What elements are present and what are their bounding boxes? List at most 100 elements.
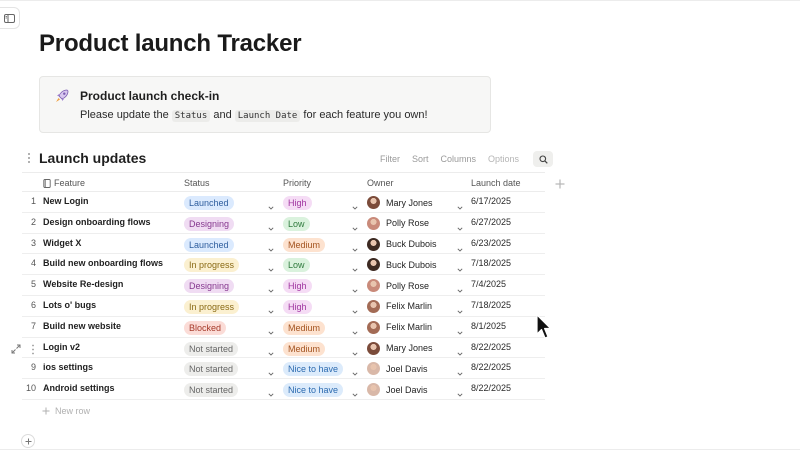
new-row-button[interactable]: New row bbox=[42, 406, 90, 416]
chevron-down-icon bbox=[457, 206, 463, 210]
add-column-button[interactable] bbox=[555, 177, 565, 192]
feature-cell[interactable]: ios settings bbox=[43, 362, 93, 372]
launch-date-cell[interactable]: 8/22/2025 bbox=[471, 342, 511, 352]
status-cell[interactable]: Blocked bbox=[184, 320, 227, 335]
priority-badge: Nice to have bbox=[283, 362, 344, 377]
chevron-down-icon bbox=[457, 227, 463, 231]
owner-cell[interactable]: Joel Davis bbox=[367, 362, 428, 376]
header-priority[interactable]: Priority bbox=[283, 178, 311, 188]
owner-dropdown[interactable] bbox=[457, 384, 463, 402]
header-status[interactable]: Status bbox=[184, 178, 210, 188]
status-cell[interactable]: Designing bbox=[184, 279, 235, 294]
status-dropdown[interactable] bbox=[268, 384, 274, 402]
chevron-down-icon bbox=[457, 310, 463, 314]
row-drag-handle-icon[interactable] bbox=[30, 344, 36, 355]
owner-cell[interactable]: Felix Marlin bbox=[367, 299, 432, 313]
row-number: 3 bbox=[30, 237, 36, 248]
options-button[interactable]: Options bbox=[488, 154, 519, 164]
expand-icon[interactable] bbox=[11, 344, 21, 354]
priority-cell[interactable]: Medium bbox=[283, 237, 326, 252]
priority-cell[interactable]: Nice to have bbox=[283, 362, 344, 377]
owner-cell[interactable]: Polly Rose bbox=[367, 216, 429, 230]
launch-date-cell[interactable]: 7/4/2025 bbox=[471, 279, 506, 289]
feature-cell[interactable]: Website Re-design bbox=[43, 279, 123, 289]
feature-cell[interactable]: Build new website bbox=[43, 321, 121, 331]
status-cell[interactable]: In progress bbox=[184, 299, 240, 314]
owner-name: Joel Davis bbox=[386, 384, 428, 395]
launch-date-cell[interactable]: 8/22/2025 bbox=[471, 362, 511, 372]
launch-date-cell[interactable]: 6/27/2025 bbox=[471, 217, 511, 227]
callout-box: Product launch check-in Please update th… bbox=[39, 76, 491, 133]
header-feature[interactable]: Feature bbox=[43, 178, 85, 188]
table-row[interactable]: 9 ios settings Not started Nice to have Joel… bbox=[22, 358, 545, 380]
priority-dropdown[interactable] bbox=[352, 384, 358, 402]
status-cell[interactable]: Launched bbox=[184, 196, 234, 210]
chevron-down-icon bbox=[352, 393, 358, 397]
priority-badge: Medium bbox=[283, 320, 326, 335]
header-owner[interactable]: Owner bbox=[367, 178, 394, 188]
chevron-down-icon bbox=[457, 248, 463, 252]
feature-cell[interactable]: Widget X bbox=[43, 238, 81, 248]
feature-cell[interactable]: Login v2 bbox=[43, 342, 80, 352]
priority-cell[interactable]: High bbox=[283, 196, 312, 210]
sort-button[interactable]: Sort bbox=[412, 154, 429, 164]
feature-cell[interactable]: Design onboarding flows bbox=[43, 217, 151, 227]
priority-badge: High bbox=[283, 279, 312, 294]
owner-cell[interactable]: Buck Dubois bbox=[367, 258, 437, 272]
owner-cell[interactable]: Polly Rose bbox=[367, 279, 429, 293]
launch-date-cell[interactable]: 6/17/2025 bbox=[471, 196, 511, 206]
feature-cell[interactable]: Lots o' bugs bbox=[43, 300, 96, 310]
table-row[interactable]: 6 Lots o' bugs In progress High Felix Marlin… bbox=[22, 296, 545, 317]
table-row[interactable]: 10 Android settings Not started Nice to hav… bbox=[22, 379, 545, 400]
block-drag-handle-icon[interactable] bbox=[26, 152, 32, 164]
table-row[interactable]: 4 Build new onboarding flows In progress Lo… bbox=[22, 254, 545, 276]
add-block-button[interactable] bbox=[21, 434, 35, 448]
filter-button[interactable]: Filter bbox=[380, 154, 400, 164]
status-cell[interactable]: Not started bbox=[184, 341, 239, 356]
sidebar-toggle-button[interactable] bbox=[0, 7, 20, 29]
header-priority-label: Priority bbox=[283, 178, 312, 188]
table-row[interactable]: 2 Design onboarding flows Designing Low Poll… bbox=[22, 213, 545, 234]
code-launch-date: Launch Date bbox=[234, 110, 301, 122]
priority-cell[interactable]: High bbox=[283, 279, 312, 294]
feature-cell[interactable]: Build new onboarding flows bbox=[43, 258, 163, 268]
priority-cell[interactable]: Low bbox=[283, 258, 310, 273]
chevron-down-icon bbox=[268, 206, 274, 210]
table-row[interactable]: 7 Build new website Blocked Medium Felix Mar… bbox=[22, 317, 545, 338]
table-row[interactable]: 3 Widget X Launched Medium Buck Dubois 6/23/2… bbox=[22, 234, 545, 255]
owner-cell[interactable]: Felix Marlin bbox=[367, 320, 432, 334]
launch-date-cell[interactable]: 8/1/2025 bbox=[471, 321, 506, 331]
owner-cell[interactable]: Mary Jones bbox=[367, 196, 433, 209]
priority-cell[interactable]: Low bbox=[283, 216, 310, 231]
launch-date-cell[interactable]: 6/23/2025 bbox=[471, 238, 511, 248]
table-row[interactable]: 1 New Login Launched High Mary Jones 6/17/202… bbox=[22, 192, 545, 213]
chevron-down-icon bbox=[352, 268, 358, 273]
table-row[interactable]: Login v2 Not started Medium Mary Jones 8/22/… bbox=[22, 338, 545, 359]
status-cell[interactable]: In progress bbox=[184, 258, 240, 273]
owner-cell[interactable]: Buck Dubois bbox=[367, 237, 437, 251]
owner-cell[interactable]: Mary Jones bbox=[367, 341, 433, 355]
priority-cell[interactable]: Nice to have bbox=[283, 383, 344, 398]
avatar bbox=[367, 341, 380, 355]
row-number: 6 bbox=[30, 299, 36, 310]
feature-cell[interactable]: Android settings bbox=[43, 383, 115, 393]
owner-cell[interactable]: Joel Davis bbox=[367, 383, 428, 397]
chevron-down-icon bbox=[457, 268, 463, 273]
status-cell[interactable]: Not started bbox=[184, 362, 239, 377]
launch-date-cell[interactable]: 7/18/2025 bbox=[471, 258, 511, 268]
columns-button[interactable]: Columns bbox=[441, 154, 477, 164]
status-cell[interactable]: Launched bbox=[184, 237, 234, 252]
header-launch-date[interactable]: Launch date bbox=[471, 178, 521, 188]
status-cell[interactable]: Designing bbox=[184, 216, 235, 231]
search-button[interactable] bbox=[533, 151, 554, 167]
priority-cell[interactable]: Medium bbox=[283, 341, 326, 356]
table-row[interactable]: 5 Website Re-design Designing High Polly Ros… bbox=[22, 275, 545, 296]
status-badge: Blocked bbox=[184, 320, 227, 335]
launch-date-cell[interactable]: 7/18/2025 bbox=[471, 300, 511, 310]
launch-date-cell[interactable]: 8/22/2025 bbox=[471, 383, 511, 393]
chevron-down-icon bbox=[457, 289, 463, 293]
priority-cell[interactable]: High bbox=[283, 299, 312, 314]
priority-cell[interactable]: Medium bbox=[283, 320, 326, 335]
status-cell[interactable]: Not started bbox=[184, 383, 239, 398]
feature-cell[interactable]: New Login bbox=[43, 196, 89, 206]
